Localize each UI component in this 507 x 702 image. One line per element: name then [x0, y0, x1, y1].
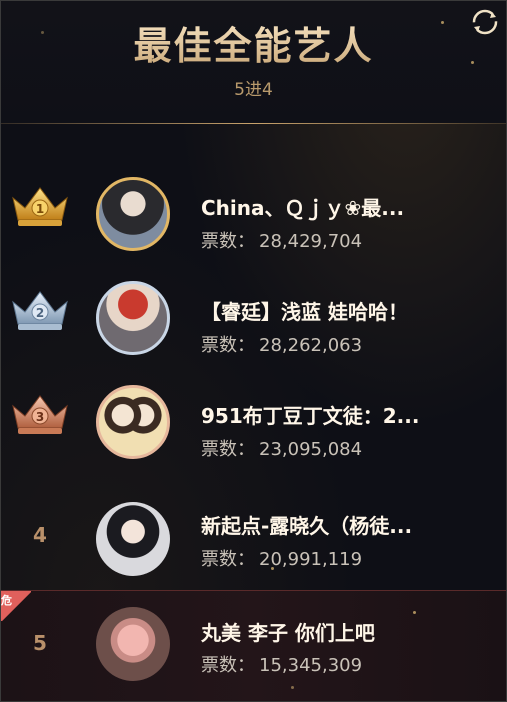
svg-text:3: 3 — [36, 410, 44, 424]
vote-count: 票数： 28,429,704 — [201, 227, 362, 253]
svg-text:2: 2 — [36, 306, 44, 320]
vote-count: 票数： 15,345,309 — [201, 651, 362, 677]
vote-value: 28,262,063 — [259, 335, 363, 356]
danger-badge: 危 — [1, 591, 31, 621]
crown-icon: 1 — [12, 187, 68, 226]
contestant-name: 951布丁豆丁文徒：2... — [201, 404, 420, 428]
list-item[interactable]: 4 新起点-露晓久（杨徒... 票数： 20,991,119 — [1, 479, 506, 579]
list-item[interactable]: 1 China、Ｑｊｙ❀最... 票数： 28,429,704 — [1, 156, 506, 256]
avatar — [96, 385, 170, 459]
crown-icon: 3 — [12, 395, 68, 434]
list-item[interactable]: 3 951布丁豆丁文徒：2... 票数： 23,095,084 — [1, 364, 506, 464]
contestant-name: 【睿廷】浅蓝 娃哈哈！ — [201, 300, 408, 324]
vote-label: 票数： — [201, 439, 255, 460]
contestant-name: 丸美 李子 你们上吧 — [201, 621, 375, 645]
header: 最佳全能艺人 5进4 — [1, 1, 506, 123]
round-subtitle: 5进4 — [234, 80, 273, 100]
avatar — [96, 281, 170, 355]
vote-count: 票数： 20,991,119 — [201, 545, 362, 571]
vote-label: 票数： — [201, 231, 255, 252]
leaderboard-panel: 最佳全能艺人 5进4 1 China、Ｑｊｙ❀最... 票数： 28,429,70… — [0, 0, 507, 702]
vote-count: 票数： 23,095,084 — [201, 435, 362, 461]
contestant-name: 新起点-露晓久（杨徒... — [201, 514, 413, 538]
list-item[interactable]: 2 【睿廷】浅蓝 娃哈哈！ 票数： 28,262,063 — [1, 260, 506, 360]
list-item-at-risk[interactable]: 危 5 丸美 李子 你们上吧 票数： 15,345,309 — [1, 590, 506, 701]
vote-value: 28,429,704 — [259, 231, 363, 252]
avatar — [96, 502, 170, 576]
avatar — [96, 177, 170, 251]
contestant-name: China、Ｑｊｙ❀最... — [201, 196, 405, 220]
avatar — [96, 607, 170, 681]
rank-number: 4 — [33, 523, 47, 547]
vote-value: 15,345,309 — [259, 655, 363, 676]
vote-label: 票数： — [201, 549, 255, 570]
crown-icon: 2 — [12, 291, 68, 330]
header-divider — [1, 123, 506, 124]
page-title: 最佳全能艺人 — [1, 15, 506, 70]
vote-count: 票数： 28,262,063 — [201, 331, 362, 357]
vote-value: 23,095,084 — [259, 439, 363, 460]
rank-number: 5 — [33, 631, 47, 655]
vote-label: 票数： — [201, 335, 255, 356]
vote-value: 20,991,119 — [259, 549, 363, 570]
vote-label: 票数： — [201, 655, 255, 676]
svg-text:1: 1 — [36, 202, 44, 216]
refresh-icon[interactable] — [470, 7, 500, 37]
